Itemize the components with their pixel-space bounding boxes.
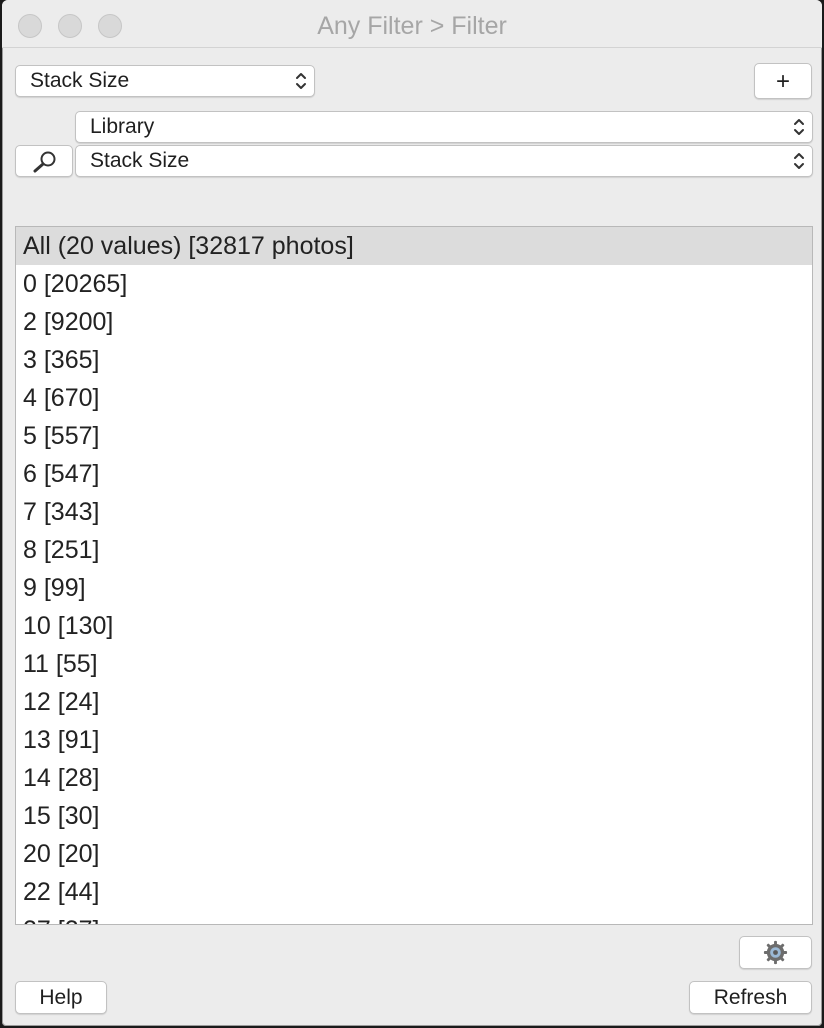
field-popup[interactable]: Stack Size <box>75 145 813 177</box>
filter-window: Any Filter > Filter Stack Size + Library… <box>2 0 822 1026</box>
source-popup[interactable]: Library <box>75 111 813 143</box>
refresh-button[interactable]: Refresh <box>689 981 812 1014</box>
list-item[interactable]: 27 [27] <box>16 911 812 924</box>
chevron-updown-icon <box>296 73 306 89</box>
list-item[interactable]: 15 [30] <box>16 797 812 835</box>
list-item[interactable]: 13 [91] <box>16 721 812 759</box>
list-item[interactable]: 12 [24] <box>16 683 812 721</box>
list-item[interactable]: 0 [20265] <box>16 265 812 303</box>
list-item[interactable]: 20 [20] <box>16 835 812 873</box>
search-button[interactable] <box>15 145 73 177</box>
chevron-updown-icon <box>794 153 804 169</box>
field-value: Stack Size <box>90 149 190 172</box>
add-filter-button[interactable]: + <box>754 63 812 99</box>
list-item[interactable]: 7 [343] <box>16 493 812 531</box>
filter-type-popup[interactable]: Stack Size <box>15 65 315 97</box>
chevron-updown-icon <box>794 119 804 135</box>
list-item[interactable]: 3 [365] <box>16 341 812 379</box>
list-item[interactable]: 4 [670] <box>16 379 812 417</box>
list-item[interactable]: 8 [251] <box>16 531 812 569</box>
list-item[interactable]: 9 [99] <box>16 569 812 607</box>
list-item[interactable]: 5 [557] <box>16 417 812 455</box>
list-item[interactable]: All (20 values) [32817 photos] <box>16 227 812 265</box>
source-value: Library <box>90 115 155 138</box>
filter-type-value: Stack Size <box>30 69 130 92</box>
list-item[interactable]: 6 [547] <box>16 455 812 493</box>
list-item[interactable]: 2 [9200] <box>16 303 812 341</box>
help-button[interactable]: Help <box>15 981 107 1014</box>
window-title: Any Filter > Filter <box>317 12 507 40</box>
values-list[interactable]: All (20 values) [32817 photos] 0 [20265] 2… <box>15 226 813 925</box>
list-item[interactable]: 11 [55] <box>16 645 812 683</box>
settings-button[interactable] <box>739 936 812 969</box>
title-bar: Any Filter > Filter <box>2 0 822 48</box>
list-item[interactable]: 22 [44] <box>16 873 812 911</box>
magnifier-icon <box>33 151 56 173</box>
list-item[interactable]: 10 [130] <box>16 607 812 645</box>
gear-icon <box>763 940 788 965</box>
list-item[interactable]: 14 [28] <box>16 759 812 797</box>
